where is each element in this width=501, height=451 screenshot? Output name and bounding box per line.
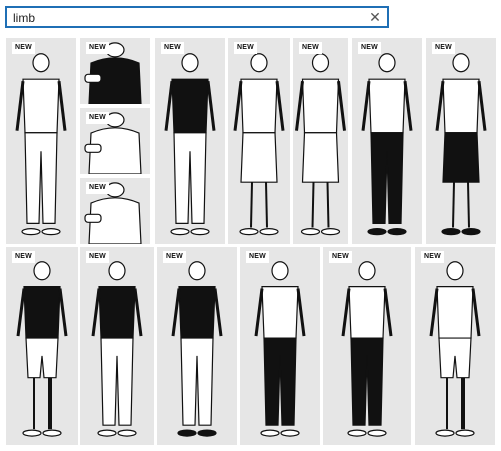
new-badge: NEW [421,251,444,263]
new-badge: NEW [161,42,184,54]
illustration-tile[interactable]: NEW [80,108,150,174]
search-input[interactable]: limb ✕ [5,6,389,28]
new-badge: NEW [246,251,269,263]
new-badge: NEW [12,42,35,54]
new-badge: NEW [86,42,109,54]
full-body-black-skirt-prosthetic-arm-illustration [435,53,487,236]
new-badge: NEW [234,42,257,54]
illustration-tile[interactable]: NEW [155,38,225,244]
illustration-tile[interactable]: NEW [323,247,411,445]
full-body-black-shirt-shorts-prosthetic-leg-illustration [16,261,68,437]
illustration-tile[interactable]: NEW [293,38,348,244]
new-badge: NEW [86,112,109,124]
full-body-black-shirt-prosthetic-arm-illustration [164,53,216,236]
illustration-tile[interactable]: NEW [415,247,495,445]
illustration-tile[interactable]: NEW [80,38,150,104]
illustration-tile[interactable]: NEW [6,38,76,244]
new-badge: NEW [358,42,381,54]
full-body-white-shirt-prosthetic-arm-illustration [15,53,67,236]
illustration-tile[interactable]: NEW [240,247,320,445]
illustration-tile[interactable]: NEW [6,247,78,445]
illustration-tile[interactable]: NEW [426,38,496,244]
illustration-tile[interactable]: NEW [157,247,237,445]
new-badge: NEW [12,251,35,263]
new-badge: NEW [432,42,455,54]
full-body-woman-dress-prosthetic-arm-illustration [295,53,346,236]
new-badge: NEW [86,251,109,263]
search-input-value[interactable]: limb [13,10,35,26]
full-body-black-shirt-sneakers-prosthetic-arm-illustration [171,261,223,437]
close-icon[interactable]: ✕ [367,8,383,26]
illustration-tile[interactable]: NEW [228,38,290,244]
illustration-tile[interactable]: NEW [80,247,154,445]
full-body-white-shirt-shorts-prosthetic-leg-illustration [429,261,481,437]
new-badge: NEW [299,42,322,54]
full-body-dress-belt-prosthetic-arm-illustration [233,53,285,236]
full-body-white-tshirt-black-jeans-prosthetic-arm-illustration [254,261,306,437]
full-body-jacket-prosthetic-leg-illustration [341,261,393,437]
new-badge: NEW [329,251,352,263]
new-badge: NEW [86,182,109,194]
illustration-tile[interactable]: NEW [352,38,422,244]
new-badge: NEW [163,251,186,263]
full-body-black-tshirt-prosthetic-arm-illustration [91,261,143,437]
illustration-tile[interactable]: NEW [80,178,150,244]
full-body-white-shirt-black-pants-prosthetic-arm-illustration [361,53,413,236]
